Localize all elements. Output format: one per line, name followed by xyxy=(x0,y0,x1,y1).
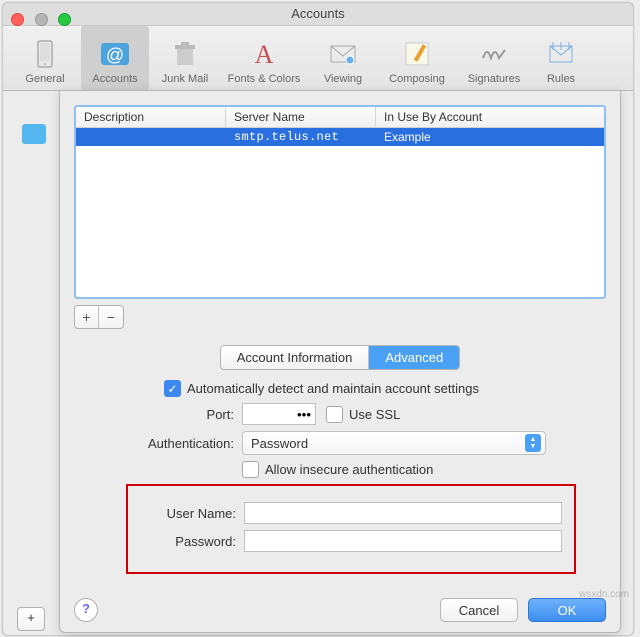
rules-icon xyxy=(543,37,579,71)
table-header: Description Server Name In Use By Accoun… xyxy=(76,107,604,128)
auth-select[interactable]: Password ▲▼ xyxy=(242,431,546,455)
password-field[interactable] xyxy=(244,530,562,552)
highlight-box: User Name: Password: xyxy=(126,484,576,574)
toolbar-viewing[interactable]: Viewing xyxy=(309,26,377,90)
window-controls xyxy=(11,8,78,30)
compose-icon xyxy=(399,37,435,71)
col-description[interactable]: Description xyxy=(76,107,226,127)
add-server-button[interactable]: + xyxy=(75,306,99,328)
smtp-servers-sheet: Description Server Name In Use By Accoun… xyxy=(59,90,621,633)
minimize-icon xyxy=(35,13,48,26)
sheet-buttons: ? Cancel OK xyxy=(74,598,606,622)
toolbar-item-label: Fonts & Colors xyxy=(228,73,301,85)
cancel-button[interactable]: Cancel xyxy=(440,598,518,622)
auth-label: Authentication: xyxy=(74,436,242,451)
tab-advanced[interactable]: Advanced xyxy=(369,346,459,369)
svg-text:@: @ xyxy=(106,45,124,65)
insecure-label: Allow insecure authentication xyxy=(265,462,433,477)
cell-description xyxy=(76,128,226,146)
auto-detect-label: Automatically detect and maintain accoun… xyxy=(187,381,479,396)
close-icon[interactable] xyxy=(11,13,24,26)
port-field[interactable] xyxy=(242,403,316,425)
tab-account-info[interactable]: Account Information xyxy=(221,346,370,369)
auto-detect-checkbox[interactable] xyxy=(164,380,181,397)
help-button[interactable]: ? xyxy=(74,598,98,622)
trash-icon xyxy=(167,37,203,71)
font-a-icon: A xyxy=(246,37,282,71)
preferences-window: Accounts General @ Accounts Junk Mail A … xyxy=(2,2,634,636)
phone-icon xyxy=(27,37,63,71)
add-account-button[interactable]: + xyxy=(17,607,45,631)
toolbar-general[interactable]: General xyxy=(11,26,79,90)
cell-account: Example xyxy=(376,128,604,146)
account-list xyxy=(17,120,51,148)
zoom-icon[interactable] xyxy=(58,13,71,26)
toolbar-item-label: Rules xyxy=(547,73,575,85)
smtp-table[interactable]: Description Server Name In Use By Accoun… xyxy=(74,105,606,299)
svg-text:A: A xyxy=(255,40,274,69)
col-inuse[interactable]: In Use By Account xyxy=(376,107,604,127)
col-server[interactable]: Server Name xyxy=(226,107,376,127)
toolbar-accounts[interactable]: @ Accounts xyxy=(81,26,149,90)
cell-server: smtp.telus.net xyxy=(226,128,376,146)
add-remove-segment: + − xyxy=(74,305,124,329)
window-title: Accounts xyxy=(291,6,344,21)
toolbar-item-label: Junk Mail xyxy=(162,73,208,85)
sheet-tabs: Account Information Advanced xyxy=(220,345,460,370)
watermark-text: wsxdn.com xyxy=(579,589,629,600)
table-row[interactable]: smtp.telus.net Example xyxy=(76,128,604,146)
toolbar-item-label: Signatures xyxy=(468,73,521,85)
toolbar-rules[interactable]: Rules xyxy=(533,26,589,90)
insecure-checkbox[interactable] xyxy=(242,461,259,478)
toolbar-item-label: Viewing xyxy=(324,73,362,85)
toolbar-signatures[interactable]: Signatures xyxy=(457,26,531,90)
toolbar-junk[interactable]: Junk Mail xyxy=(151,26,219,90)
username-field[interactable] xyxy=(244,502,562,524)
at-icon: @ xyxy=(97,37,133,71)
prefs-toolbar: General @ Accounts Junk Mail A Fonts & C… xyxy=(3,26,633,91)
cloud-account-icon[interactable] xyxy=(22,124,46,144)
envelope-eye-icon xyxy=(325,37,361,71)
toolbar-item-label: General xyxy=(25,73,64,85)
select-arrows-icon: ▲▼ xyxy=(525,434,541,452)
toolbar-composing[interactable]: Composing xyxy=(379,26,455,90)
titlebar: Accounts xyxy=(3,3,633,26)
signature-icon xyxy=(476,37,512,71)
toolbar-item-label: Composing xyxy=(389,73,445,85)
body-area: + Description Server Name In Use By Acco… xyxy=(3,90,633,635)
toolbar-fonts[interactable]: A Fonts & Colors xyxy=(221,26,307,90)
password-label: Password: xyxy=(128,534,244,549)
auth-value: Password xyxy=(251,436,308,451)
ok-button[interactable]: OK xyxy=(528,598,606,622)
toolbar-item-label: Accounts xyxy=(92,73,137,85)
username-label: User Name: xyxy=(128,506,244,521)
use-ssl-label: Use SSL xyxy=(349,407,400,422)
use-ssl-checkbox[interactable] xyxy=(326,406,343,423)
port-label: Port: xyxy=(74,407,242,422)
remove-server-button[interactable]: − xyxy=(99,306,123,328)
